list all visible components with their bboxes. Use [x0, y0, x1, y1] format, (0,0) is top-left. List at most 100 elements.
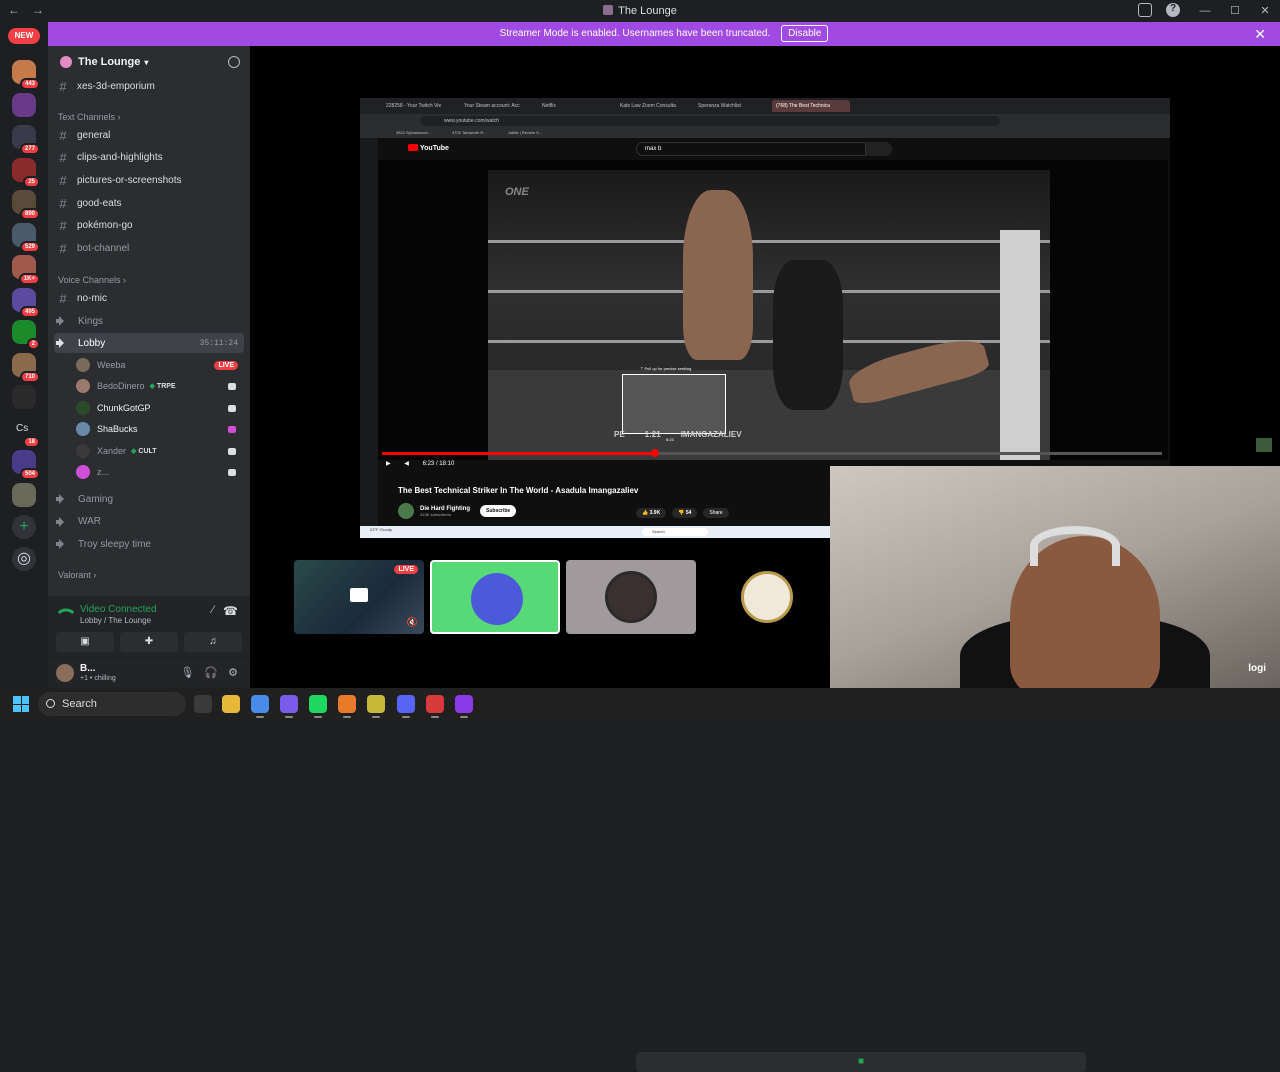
close-banner-icon[interactable]: ✕ [1254, 22, 1266, 46]
app-purple-icon[interactable] [455, 695, 473, 718]
url-field[interactable]: www.youtube.com/watch [420, 116, 1000, 126]
channel-xes-3d-emporium[interactable]: # xes-3d-emporium [54, 76, 244, 96]
server-icon[interactable]: 1K+ [12, 255, 40, 285]
volume-icon[interactable]: ◀ [404, 461, 409, 467]
settings-gear-icon[interactable]: ⚙ [228, 666, 238, 679]
category-valorant[interactable]: Valorant › [58, 570, 96, 580]
voice-member[interactable]: Xander ◆ CULT [76, 441, 242, 461]
share-button[interactable]: Share [703, 508, 729, 518]
server-icon[interactable]: 529 [12, 222, 40, 253]
server-icon[interactable]: 18 Cs [12, 417, 40, 448]
server-icon[interactable]: 504 [12, 450, 40, 480]
server-icon[interactable]: 890 [12, 190, 40, 220]
play-icon[interactable]: ▶ [386, 461, 391, 467]
discord-icon[interactable] [397, 695, 415, 718]
voice-member[interactable]: ChunkGotGP [76, 398, 242, 418]
volume-muted-icon[interactable]: 🔇 [407, 617, 418, 628]
category-voice-channels[interactable]: Voice Channels › [58, 275, 126, 285]
voice-member[interactable]: z... [76, 462, 242, 482]
voice-member[interactable]: ShaBucks [76, 419, 242, 439]
channel-item[interactable]: # good-eats [54, 193, 244, 213]
like-button[interactable]: 👍 3.9K [636, 508, 667, 518]
participant-tile[interactable] [566, 560, 696, 634]
activities-button[interactable]: ✚ [120, 632, 178, 652]
participant-panel-toggle[interactable] [1256, 438, 1272, 452]
add-server-icon[interactable]: + [12, 515, 36, 539]
copilot-icon[interactable] [280, 695, 298, 718]
invite-icon[interactable] [228, 56, 240, 68]
server-icon[interactable] [12, 92, 36, 117]
browser-tab[interactable]: Your Steam account: Acc [460, 100, 538, 112]
spotify-icon[interactable] [309, 695, 327, 718]
voice-channel-item[interactable]: Troy sleepy time [54, 534, 244, 554]
camera-button[interactable]: ■ [636, 1052, 1086, 1072]
headphones-icon[interactable]: 🎧 [204, 666, 218, 679]
participant-tile[interactable] [702, 560, 832, 634]
search-icon[interactable] [866, 142, 892, 156]
server-icon[interactable]: 25 [12, 157, 40, 188]
voice-channel-item[interactable]: Gaming [54, 489, 244, 509]
inbox-icon[interactable] [1138, 3, 1152, 17]
server-icon[interactable]: 277 [12, 125, 40, 155]
voice-channel-lobby[interactable]: Lobby 35:11:24 [54, 333, 244, 353]
server-icon[interactable] [12, 482, 36, 507]
voice-location[interactable]: Lobby / The Lounge [80, 616, 151, 625]
bookmark-item[interactable]: 3822 Sylvanwood... [396, 130, 431, 135]
noise-suppression-icon[interactable]: ⁄ [212, 604, 214, 616]
category-text-channels[interactable]: Text Channels › [58, 112, 121, 122]
screen-share-button[interactable]: ▣ [56, 632, 114, 652]
browser-tab[interactable]: 228258 - Your Twitch Vie [382, 100, 460, 112]
bookmark-item[interactable]: 4702 Tamworth R... [452, 130, 487, 135]
disconnect-icon[interactable]: ☎ [223, 604, 238, 618]
channel-item[interactable]: # bot-channel [54, 239, 244, 259]
bookmark-item[interactable]: JotMe | Review S... [508, 130, 542, 135]
browser-tab[interactable]: Speranza Watchlist [694, 100, 772, 112]
subscribe-button[interactable]: Subscribe [480, 505, 517, 517]
help-icon[interactable]: ? [1166, 3, 1180, 17]
new-badge[interactable]: NEW [8, 28, 40, 44]
server-icon[interactable]: 443 [12, 60, 40, 90]
chrome-icon[interactable] [251, 695, 269, 718]
server-icon[interactable]: 2 [12, 320, 40, 350]
voice-member[interactable]: BedoDinero ◆ TRPE [76, 376, 242, 396]
channel-avatar[interactable] [398, 503, 414, 519]
channel-item[interactable]: # clips-and-highlights [54, 148, 244, 168]
webcam-tile[interactable]: logi [830, 466, 1280, 688]
app-orange-icon[interactable] [338, 695, 356, 718]
app-red-icon[interactable] [426, 695, 444, 718]
browser-tab[interactable]: (768) The Best Technica [772, 100, 850, 112]
youtube-search-input[interactable]: max b [636, 142, 866, 156]
channel-item[interactable]: # pokémon-go [54, 216, 244, 236]
maximize-button[interactable]: ☐ [1220, 0, 1250, 22]
voice-member[interactable]: Weeba LIVE [76, 355, 242, 375]
username[interactable]: B... [80, 663, 96, 674]
minimize-button[interactable]: — [1190, 0, 1220, 22]
channel-item[interactable]: # pictures-or-screenshots [54, 170, 244, 190]
windows-start-icon[interactable] [13, 696, 29, 712]
youtube-logo[interactable]: YouTube [408, 144, 449, 152]
scrubber-handle[interactable] [651, 449, 659, 457]
channel-no-mic[interactable]: # no-mic [54, 288, 244, 308]
avatar[interactable] [56, 664, 74, 682]
voice-channel-kings[interactable]: Kings [54, 311, 244, 331]
app-yellow-icon[interactable] [367, 695, 385, 718]
taskbar-search[interactable]: Search [38, 692, 186, 716]
server-icon[interactable]: 495 [12, 287, 40, 318]
server-header[interactable]: The Lounge ▾ [48, 46, 250, 78]
channel-name[interactable]: Die Hard Fighting [420, 506, 470, 512]
disable-streamer-mode-button[interactable]: Disable [781, 25, 829, 42]
dislike-button[interactable]: 👎 54 [672, 508, 698, 518]
progress-bar[interactable] [382, 449, 1162, 457]
participant-tile[interactable] [430, 560, 560, 634]
server-icon[interactable] [12, 385, 36, 409]
browser-tab[interactable]: Netflix [538, 100, 616, 112]
channel-item[interactable]: # general [54, 125, 244, 145]
task-view-icon[interactable] [194, 695, 212, 713]
soundboard-button[interactable]: ♫ [184, 632, 242, 652]
discover-icon[interactable]: ◎ [12, 547, 36, 571]
video-player[interactable]: ONE ⇡ Pull up for precise seeking 6:23 P… [378, 160, 1168, 460]
voice-channel-item[interactable]: WAR [54, 512, 244, 532]
voice-status[interactable]: Video Connected [80, 604, 157, 615]
server-icon[interactable]: 710 [12, 352, 40, 383]
file-explorer-icon[interactable] [222, 695, 240, 713]
